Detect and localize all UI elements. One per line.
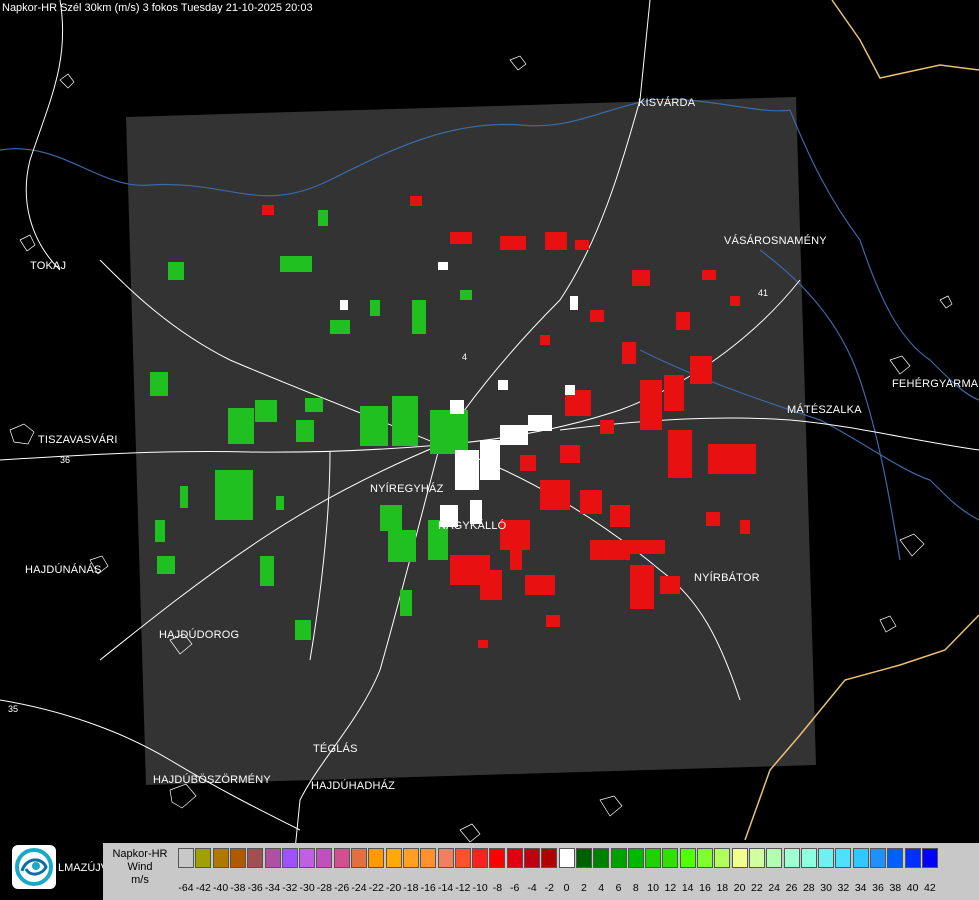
legend-swatch <box>247 848 264 868</box>
legend-swatch <box>679 848 696 868</box>
city-label-nagykallo: NAGYKÁLLÓ <box>438 520 507 532</box>
legend-swatch <box>783 848 800 868</box>
legend-swatch <box>402 848 419 868</box>
legend-swatch <box>697 848 713 868</box>
legend-swatch <box>627 848 644 868</box>
legend-swatch <box>610 848 627 868</box>
legend-swatch <box>489 848 506 868</box>
city-label-kisvarda: KISVÁRDA <box>638 97 696 109</box>
wind-legend: Napkor-HR Wind m/s -64 -42 -40 -38 -36 -34 -32… <box>103 843 979 900</box>
legend-swatch <box>852 848 869 868</box>
road-number: 41 <box>758 288 768 298</box>
legend-swatch <box>229 848 246 868</box>
legend-swatch <box>645 848 662 868</box>
legend-swatch <box>593 848 610 868</box>
legend-swatch <box>887 848 904 868</box>
city-label-mateszalka: MÁTÉSZALKA <box>787 404 862 416</box>
legend-swatch <box>921 848 938 868</box>
legend-swatch <box>385 848 402 868</box>
road-number: 36 <box>60 455 70 465</box>
legend-swatch <box>178 848 194 868</box>
city-label-vasarosnameny: VÁSÁROSNAMÉNY <box>724 235 827 247</box>
legend-title: Napkor-HR Wind m/s <box>112 848 168 886</box>
legend-swatch <box>420 848 437 868</box>
city-label-teglas: TÉGLÁS <box>313 743 358 755</box>
napkor-logo-icon <box>12 845 56 889</box>
legend-swatch <box>800 848 817 868</box>
legend-swatch <box>818 848 835 868</box>
road-number: 35 <box>8 704 18 714</box>
legend-swatch <box>212 848 229 868</box>
legend-swatch <box>731 848 748 868</box>
legend-swatch <box>281 848 298 868</box>
city-label-hajduboszormeny: HAJDÚBÖSZÖRMÉNY <box>153 774 271 786</box>
radar-map: 36 4 41 35 <box>0 0 979 900</box>
legend-swatch <box>351 848 367 868</box>
legend-swatch <box>454 848 471 868</box>
legend-swatch <box>472 848 489 868</box>
map-title: Napkor-HR Szél 30km (m/s) 3 fokos Tuesda… <box>2 2 313 14</box>
legend-swatch <box>333 848 350 868</box>
legend-swatch <box>904 848 921 868</box>
legend-swatch <box>558 848 575 868</box>
legend-swatch <box>506 848 523 868</box>
legend-swatch <box>714 848 731 868</box>
legend-swatch <box>766 848 783 868</box>
country-border <box>831 0 979 79</box>
legend-swatch <box>524 848 540 868</box>
city-label-fehergyarmat: FEHÉRGYARMA <box>892 378 979 390</box>
legend-tick-label: 42 <box>924 882 936 894</box>
legend-swatch <box>316 848 333 868</box>
legend-swatch <box>437 848 454 868</box>
legend-swatch <box>575 848 592 868</box>
road-number: 4 <box>462 352 467 362</box>
city-label-hajduhadhaz: HAJDÚHADHÁZ <box>311 780 396 792</box>
legend-swatch <box>870 848 886 868</box>
legend-swatch <box>835 848 852 868</box>
legend-swatch <box>662 848 679 868</box>
legend-swatch <box>368 848 385 868</box>
city-label-hajdudorog: HAJDÚDOROG <box>159 629 240 641</box>
city-label-tokaj: TOKAJ <box>30 260 67 272</box>
legend-swatch <box>195 848 212 868</box>
city-label-hajdunanas: HAJDÚNÁNÁS <box>25 564 102 576</box>
legend-swatch <box>264 848 281 868</box>
city-label-nyiregyhaza: NYÍREGYHÁZ <box>370 483 444 495</box>
legend-swatch <box>748 848 765 868</box>
city-label-nyirbator: NYÍRBÁTOR <box>694 572 760 584</box>
city-label-tiszavasvari: TISZAVASVÁRI <box>38 434 118 446</box>
legend-swatch <box>541 848 558 868</box>
legend-swatch <box>299 848 316 868</box>
